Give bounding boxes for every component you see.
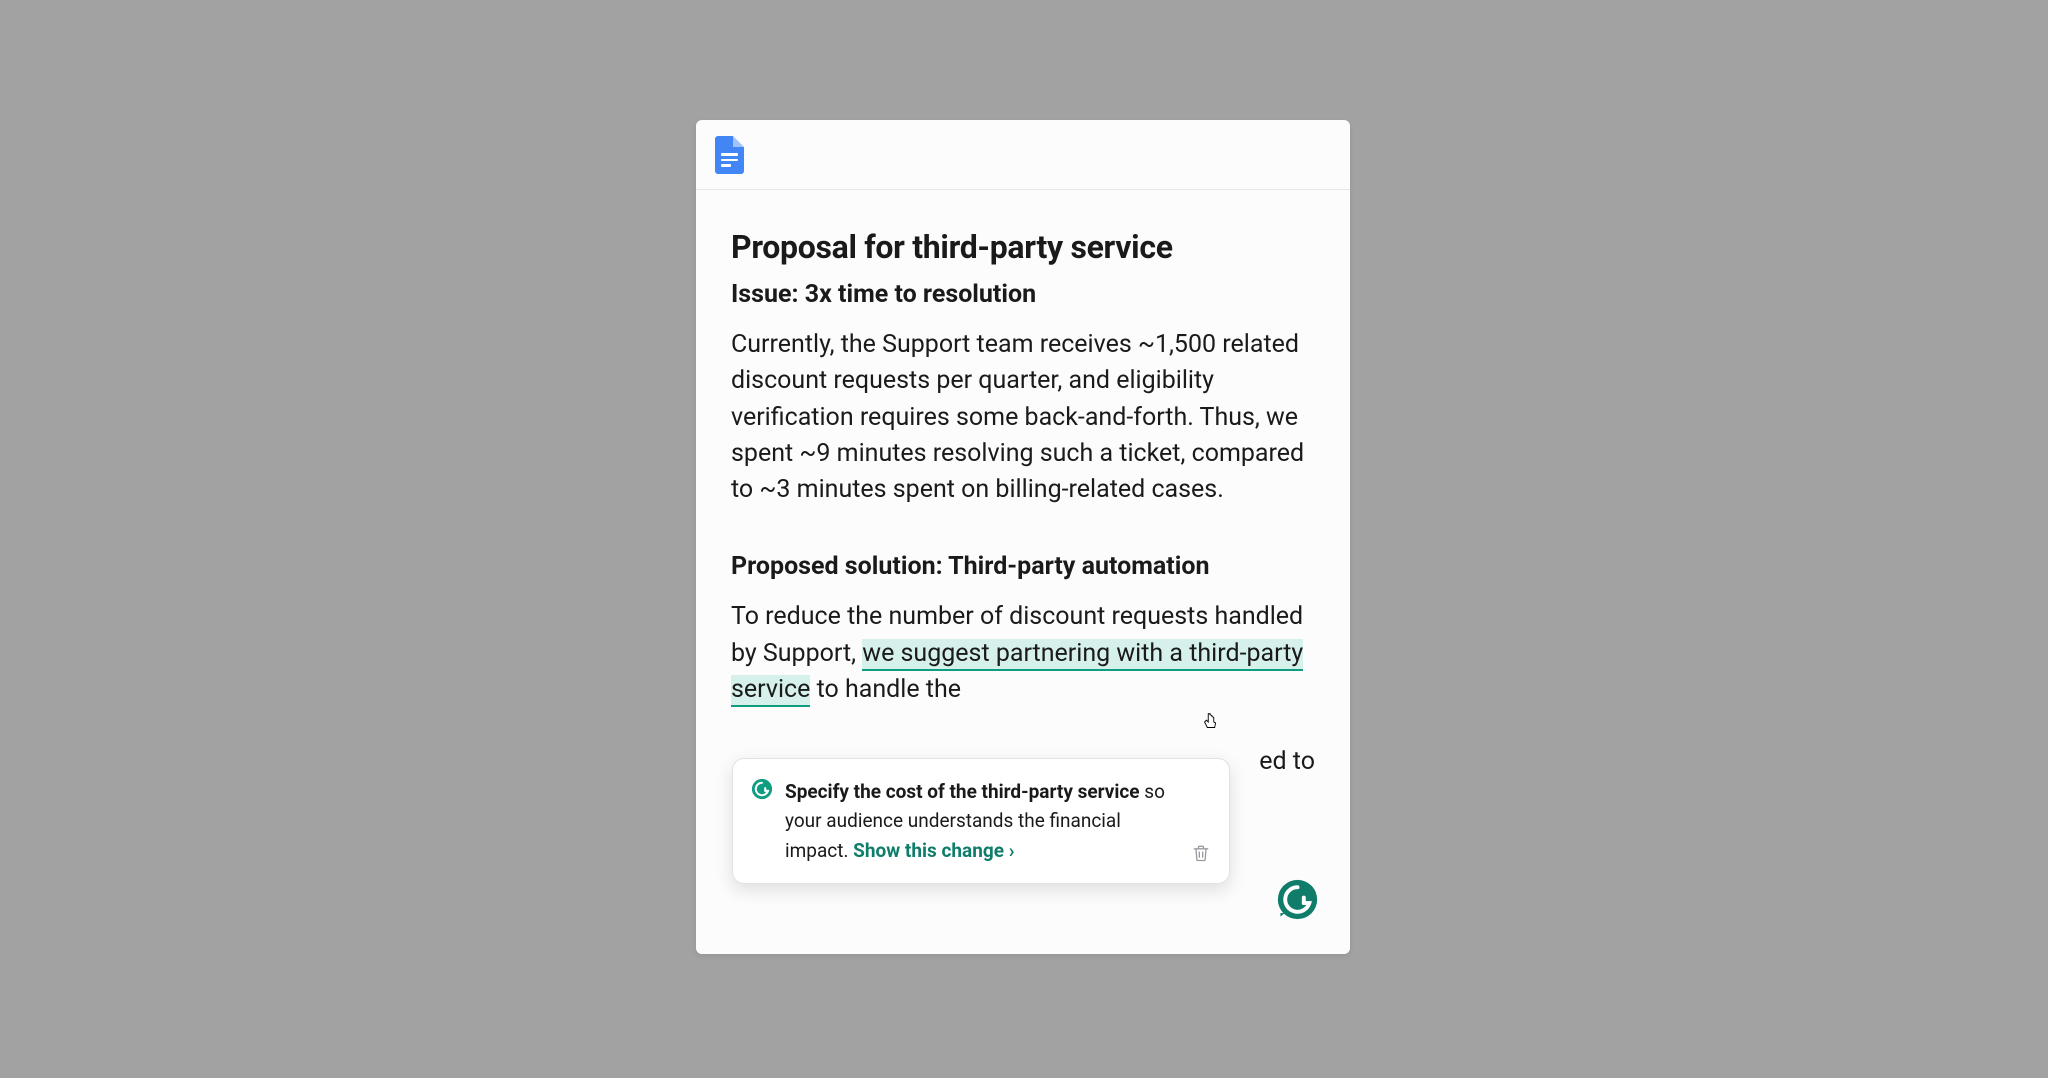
- suggestion-text: Specify the cost of the third-party serv…: [785, 777, 1177, 865]
- grammarly-icon: [1277, 879, 1318, 920]
- solution-body: To reduce the number of discount request…: [731, 599, 1315, 708]
- issue-heading: Issue: 3x time to resolution: [731, 280, 1315, 309]
- grammarly-fab[interactable]: [1277, 879, 1318, 920]
- issue-body: Currently, the Support team receives ~1,…: [731, 327, 1315, 508]
- google-docs-icon: [715, 136, 744, 174]
- document-title: Proposal for third-party service: [731, 228, 1315, 266]
- solution-text-post: to handle the: [810, 675, 961, 704]
- dismiss-button[interactable]: [1187, 839, 1215, 867]
- document-header: [696, 120, 1350, 190]
- suggestion-bold: Specify the cost of the third-party serv…: [785, 780, 1140, 803]
- show-change-link[interactable]: Show this change ›: [853, 839, 1014, 862]
- suggestion-popup[interactable]: Specify the cost of the third-party serv…: [732, 758, 1230, 884]
- trash-icon: [1191, 843, 1211, 863]
- solution-heading: Proposed solution: Third-party automatio…: [731, 552, 1315, 581]
- document-content[interactable]: Proposal for third-party service Issue: …: [696, 190, 1350, 780]
- grammarly-icon: [751, 778, 773, 800]
